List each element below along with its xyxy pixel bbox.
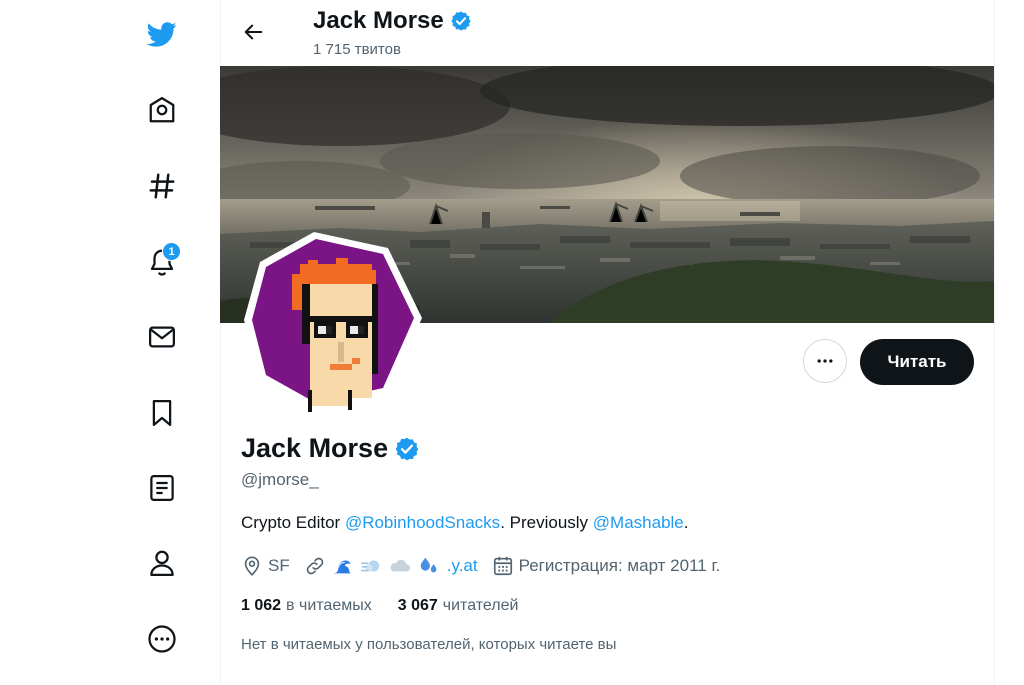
profile-bio: Crypto Editor @RobinhoodSnacks. Previous…	[241, 513, 688, 533]
bio-text: Crypto Editor	[241, 513, 345, 532]
twitter-bird-icon	[147, 22, 177, 47]
notification-badge: 1	[162, 242, 181, 261]
cloud-emoji-icon	[390, 559, 410, 572]
avatar-image	[244, 232, 422, 412]
following-count: 1 062	[241, 597, 282, 614]
profile-handle: @jmorse_	[241, 470, 319, 489]
arrow-left-icon	[244, 24, 263, 40]
profile-meta: SF .y.at Регистрация: март 2011 г.	[241, 555, 734, 577]
verified-badge-icon	[451, 11, 471, 31]
website-link[interactable]: .y.at	[331, 555, 478, 577]
followers-you-know-note: Нет в читаемых у пользователей, которых …	[241, 636, 617, 653]
profile-icon	[150, 550, 174, 576]
link-icon	[306, 557, 324, 575]
bio-text: .	[683, 513, 689, 532]
following-label: в читаемых	[286, 597, 372, 614]
sidebar-item-messages[interactable]	[138, 313, 186, 361]
location-pin-icon	[244, 556, 260, 576]
verified-badge-icon	[395, 437, 419, 460]
location-text: SF	[268, 556, 290, 575]
sidebar-item-home[interactable]	[138, 86, 186, 134]
sidebar-nav: 1	[0, 0, 221, 685]
bio-text: . Previously	[500, 513, 593, 532]
sidebar-item-lists[interactable]	[138, 464, 186, 512]
website-item: .y.at	[304, 555, 478, 577]
twitter-logo-link[interactable]	[138, 10, 186, 58]
home-icon	[149, 97, 175, 123]
sidebar-item-notifications[interactable]: 1	[138, 238, 186, 286]
profile-header-bar: Jack Morse 1 715 твитов	[220, 0, 994, 66]
more-options-button[interactable]	[803, 339, 847, 383]
calendar-icon	[493, 556, 512, 576]
ellipsis-icon	[817, 359, 833, 363]
followers-label: читателей	[442, 597, 519, 614]
sidebar-item-more[interactable]	[138, 615, 186, 663]
joined-text: Регистрация: март 2011 г.	[518, 556, 721, 575]
avatar[interactable]	[242, 230, 424, 412]
hashtag-icon	[149, 173, 175, 199]
profile-name: Jack Morse	[241, 433, 389, 463]
follow-button[interactable]: Читать	[860, 339, 974, 385]
mention-link[interactable]: @RobinhoodSnacks	[345, 513, 500, 532]
followers-count: 3 067	[397, 597, 438, 614]
website-text: .y.at	[446, 556, 478, 575]
sidebar-item-profile[interactable]	[138, 539, 186, 587]
followers-link[interactable]: 3 067 читателей	[398, 597, 519, 615]
profile-column: Jack Morse 1 715 твитов Читать Jack Mors…	[220, 0, 995, 685]
sidebar-item-bookmarks[interactable]	[138, 389, 186, 437]
following-link[interactable]: 1 062 в читаемых	[241, 597, 372, 615]
back-button[interactable]	[236, 14, 272, 50]
list-icon	[150, 475, 174, 501]
dash-emoji-icon	[360, 560, 379, 572]
header-name: Jack Morse	[313, 7, 444, 34]
bookmark-icon	[152, 400, 172, 426]
mention-link[interactable]: @Mashable	[593, 513, 684, 532]
location-item: SF	[241, 555, 290, 577]
sweat-droplets-emoji-icon	[420, 557, 437, 573]
profile-stats: 1 062 в читаемых 3 067 читателей	[241, 597, 518, 615]
mail-icon	[149, 326, 175, 348]
more-icon	[148, 625, 176, 653]
sidebar-item-explore[interactable]	[138, 162, 186, 210]
tweet-count: 1 715 твитов	[313, 41, 401, 58]
wave-emoji-icon	[332, 560, 351, 574]
profile-name-row: Jack Morse	[241, 433, 420, 464]
header-title: Jack Morse	[313, 7, 472, 35]
website-emoji-glyphs	[331, 555, 445, 577]
joined-item: Регистрация: март 2011 г.	[492, 555, 721, 577]
